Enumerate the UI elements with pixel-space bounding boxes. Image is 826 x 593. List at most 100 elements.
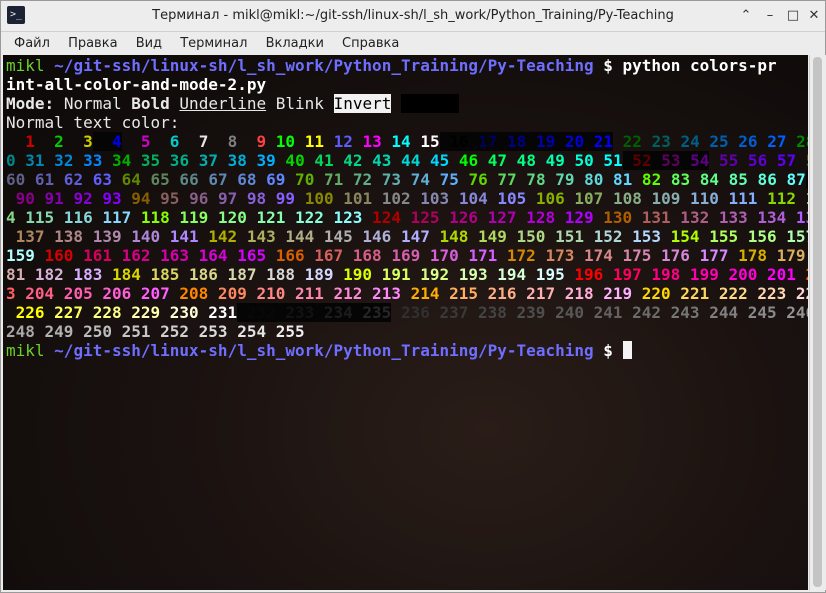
color-code-12: 12 — [323, 132, 353, 151]
color-code-84: 84 — [690, 170, 720, 189]
color-code-230: 230 — [160, 303, 199, 322]
prompt-symbol: $ — [603, 56, 613, 75]
color-code-32: 32 — [44, 151, 74, 170]
color-code-16: 16 — [439, 132, 469, 151]
color-code-235: 235 — [352, 303, 392, 322]
color-code-58: 58 — [796, 151, 808, 170]
color-code-173: 173 — [535, 246, 575, 265]
color-code-178: 178 — [728, 246, 767, 265]
menu-tabs[interactable]: Вкладки — [259, 32, 331, 55]
color-code-64: 64 — [111, 170, 141, 189]
color-code-8: 8 — [208, 132, 238, 151]
color-code-82: 82 — [632, 170, 662, 189]
color-code-187: 187 — [217, 265, 257, 284]
command-text-continued: int-all-color-and-mode-2.py — [6, 75, 267, 94]
normal-text-label: Normal text color: — [6, 113, 180, 132]
color-code-44: 44 — [391, 151, 421, 170]
minimize-icon[interactable]: – — [762, 8, 778, 24]
color-code-152: 152 — [583, 227, 623, 246]
color-code-31: 31 — [15, 151, 45, 170]
color-code-1: 1 — [6, 132, 35, 151]
color-code-207: 207 — [131, 284, 170, 303]
color-code-48: 48 — [507, 151, 536, 170]
color-row: 159 160 161 162 163 164 165 166 167 168 … — [6, 246, 808, 265]
color-code-83: 83 — [661, 170, 691, 189]
menu-view[interactable]: Вид — [129, 32, 169, 55]
color-code-65: 65 — [140, 170, 170, 189]
title-bar[interactable]: >_ Терминал - mikl@mikl:~/git-ssh/linux-… — [1, 1, 825, 32]
color-code-151: 151 — [545, 227, 584, 246]
color-code-56: 56 — [738, 151, 768, 170]
color-code-113: 113 — [796, 189, 808, 208]
color-code-175: 175 — [612, 246, 652, 265]
color-code-120: 120 — [208, 208, 247, 227]
color-code-22: 22 — [613, 132, 642, 151]
color-code-35: 35 — [131, 151, 161, 170]
color-code-37: 37 — [189, 151, 218, 170]
text-cursor — [622, 341, 632, 359]
color-code-14: 14 — [381, 132, 411, 151]
color-code-222: 222 — [709, 284, 748, 303]
menu-edit[interactable]: Правка — [61, 32, 124, 55]
color-code-226: 226 — [6, 303, 45, 322]
scrollbar[interactable] — [809, 55, 826, 590]
color-code-213: 213 — [362, 284, 401, 303]
color-code-99: 99 — [266, 189, 296, 208]
color-code-76: 76 — [458, 170, 488, 189]
scrollbar-thumb[interactable] — [813, 57, 822, 587]
color-code-167: 167 — [304, 246, 344, 265]
close-icon[interactable]: ✕ — [806, 8, 822, 24]
color-code-184: 184 — [102, 265, 141, 284]
color-code-60: 60 — [6, 170, 26, 189]
color-row: 4 115 116 117 118 119 120 121 122 123 12… — [6, 208, 808, 227]
color-code-221: 221 — [670, 284, 710, 303]
color-code-140: 140 — [121, 227, 161, 246]
color-code-97: 97 — [208, 189, 238, 208]
color-code-54: 54 — [680, 151, 710, 170]
color-code-66: 66 — [169, 170, 199, 189]
mode-normal: Normal — [63, 94, 122, 113]
color-code-98: 98 — [237, 189, 267, 208]
color-row: 81 182 183 184 185 186 187 188 189 190 1… — [6, 265, 808, 284]
color-code-202: 202 — [796, 265, 808, 284]
color-code-135: 135 — [795, 208, 808, 227]
color-code-250: 250 — [73, 322, 112, 341]
color-code-3: 3 — [63, 132, 93, 151]
color-code-245: 245 — [738, 303, 777, 322]
color-code-156: 156 — [738, 227, 777, 246]
color-code-33: 33 — [73, 151, 103, 170]
menu-file[interactable]: Файл — [1, 32, 57, 55]
maximize-icon[interactable]: □ — [785, 8, 801, 24]
color-code-107: 107 — [564, 189, 604, 208]
color-row: 60 61 62 63 64 65 66 67 68 69 70 71 72 7… — [6, 170, 808, 189]
color-code-143: 143 — [237, 227, 276, 246]
color-code-195: 195 — [526, 265, 565, 284]
color-code-145: 145 — [314, 227, 353, 246]
color-code-144: 144 — [275, 227, 315, 246]
color-code-78: 78 — [516, 170, 546, 189]
menu-terminal[interactable]: Терминал — [173, 32, 254, 55]
color-code-192: 192 — [410, 265, 450, 284]
color-code-180: 180 — [806, 246, 808, 265]
color-code-227: 227 — [44, 303, 84, 322]
mode-line: Mode: Normal Bold Underline Blink Invert… — [6, 94, 459, 113]
mode-invert: Invert — [333, 94, 392, 113]
color-code-114: 4 — [6, 208, 16, 227]
color-code-166: 166 — [266, 246, 305, 265]
color-code-39: 39 — [246, 151, 276, 170]
color-code-106: 106 — [526, 189, 565, 208]
prompt-user-2: mikl — [6, 341, 45, 360]
menu-help[interactable]: Справка — [335, 32, 406, 55]
color-code-90: 90 — [6, 189, 35, 208]
color-code-181: 81 — [6, 265, 26, 284]
color-code-74: 74 — [401, 170, 430, 189]
prompt-line: mikl ~/git-ssh/linux-sh/l_sh_work/Python… — [6, 56, 777, 75]
color-row: 248 249 250 251 252 253 254 255 — [6, 322, 305, 341]
color-code-2: 2 — [34, 132, 64, 151]
color-code-206: 206 — [92, 284, 132, 303]
color-code-148: 148 — [429, 227, 469, 246]
color-code-94: 94 — [121, 189, 151, 208]
chevron-up-icon[interactable]: ⌃ — [738, 8, 754, 24]
terminal-area[interactable]: mikl ~/git-ssh/linux-sh/l_sh_work/Python… — [3, 55, 808, 590]
color-code-69: 69 — [256, 170, 286, 189]
